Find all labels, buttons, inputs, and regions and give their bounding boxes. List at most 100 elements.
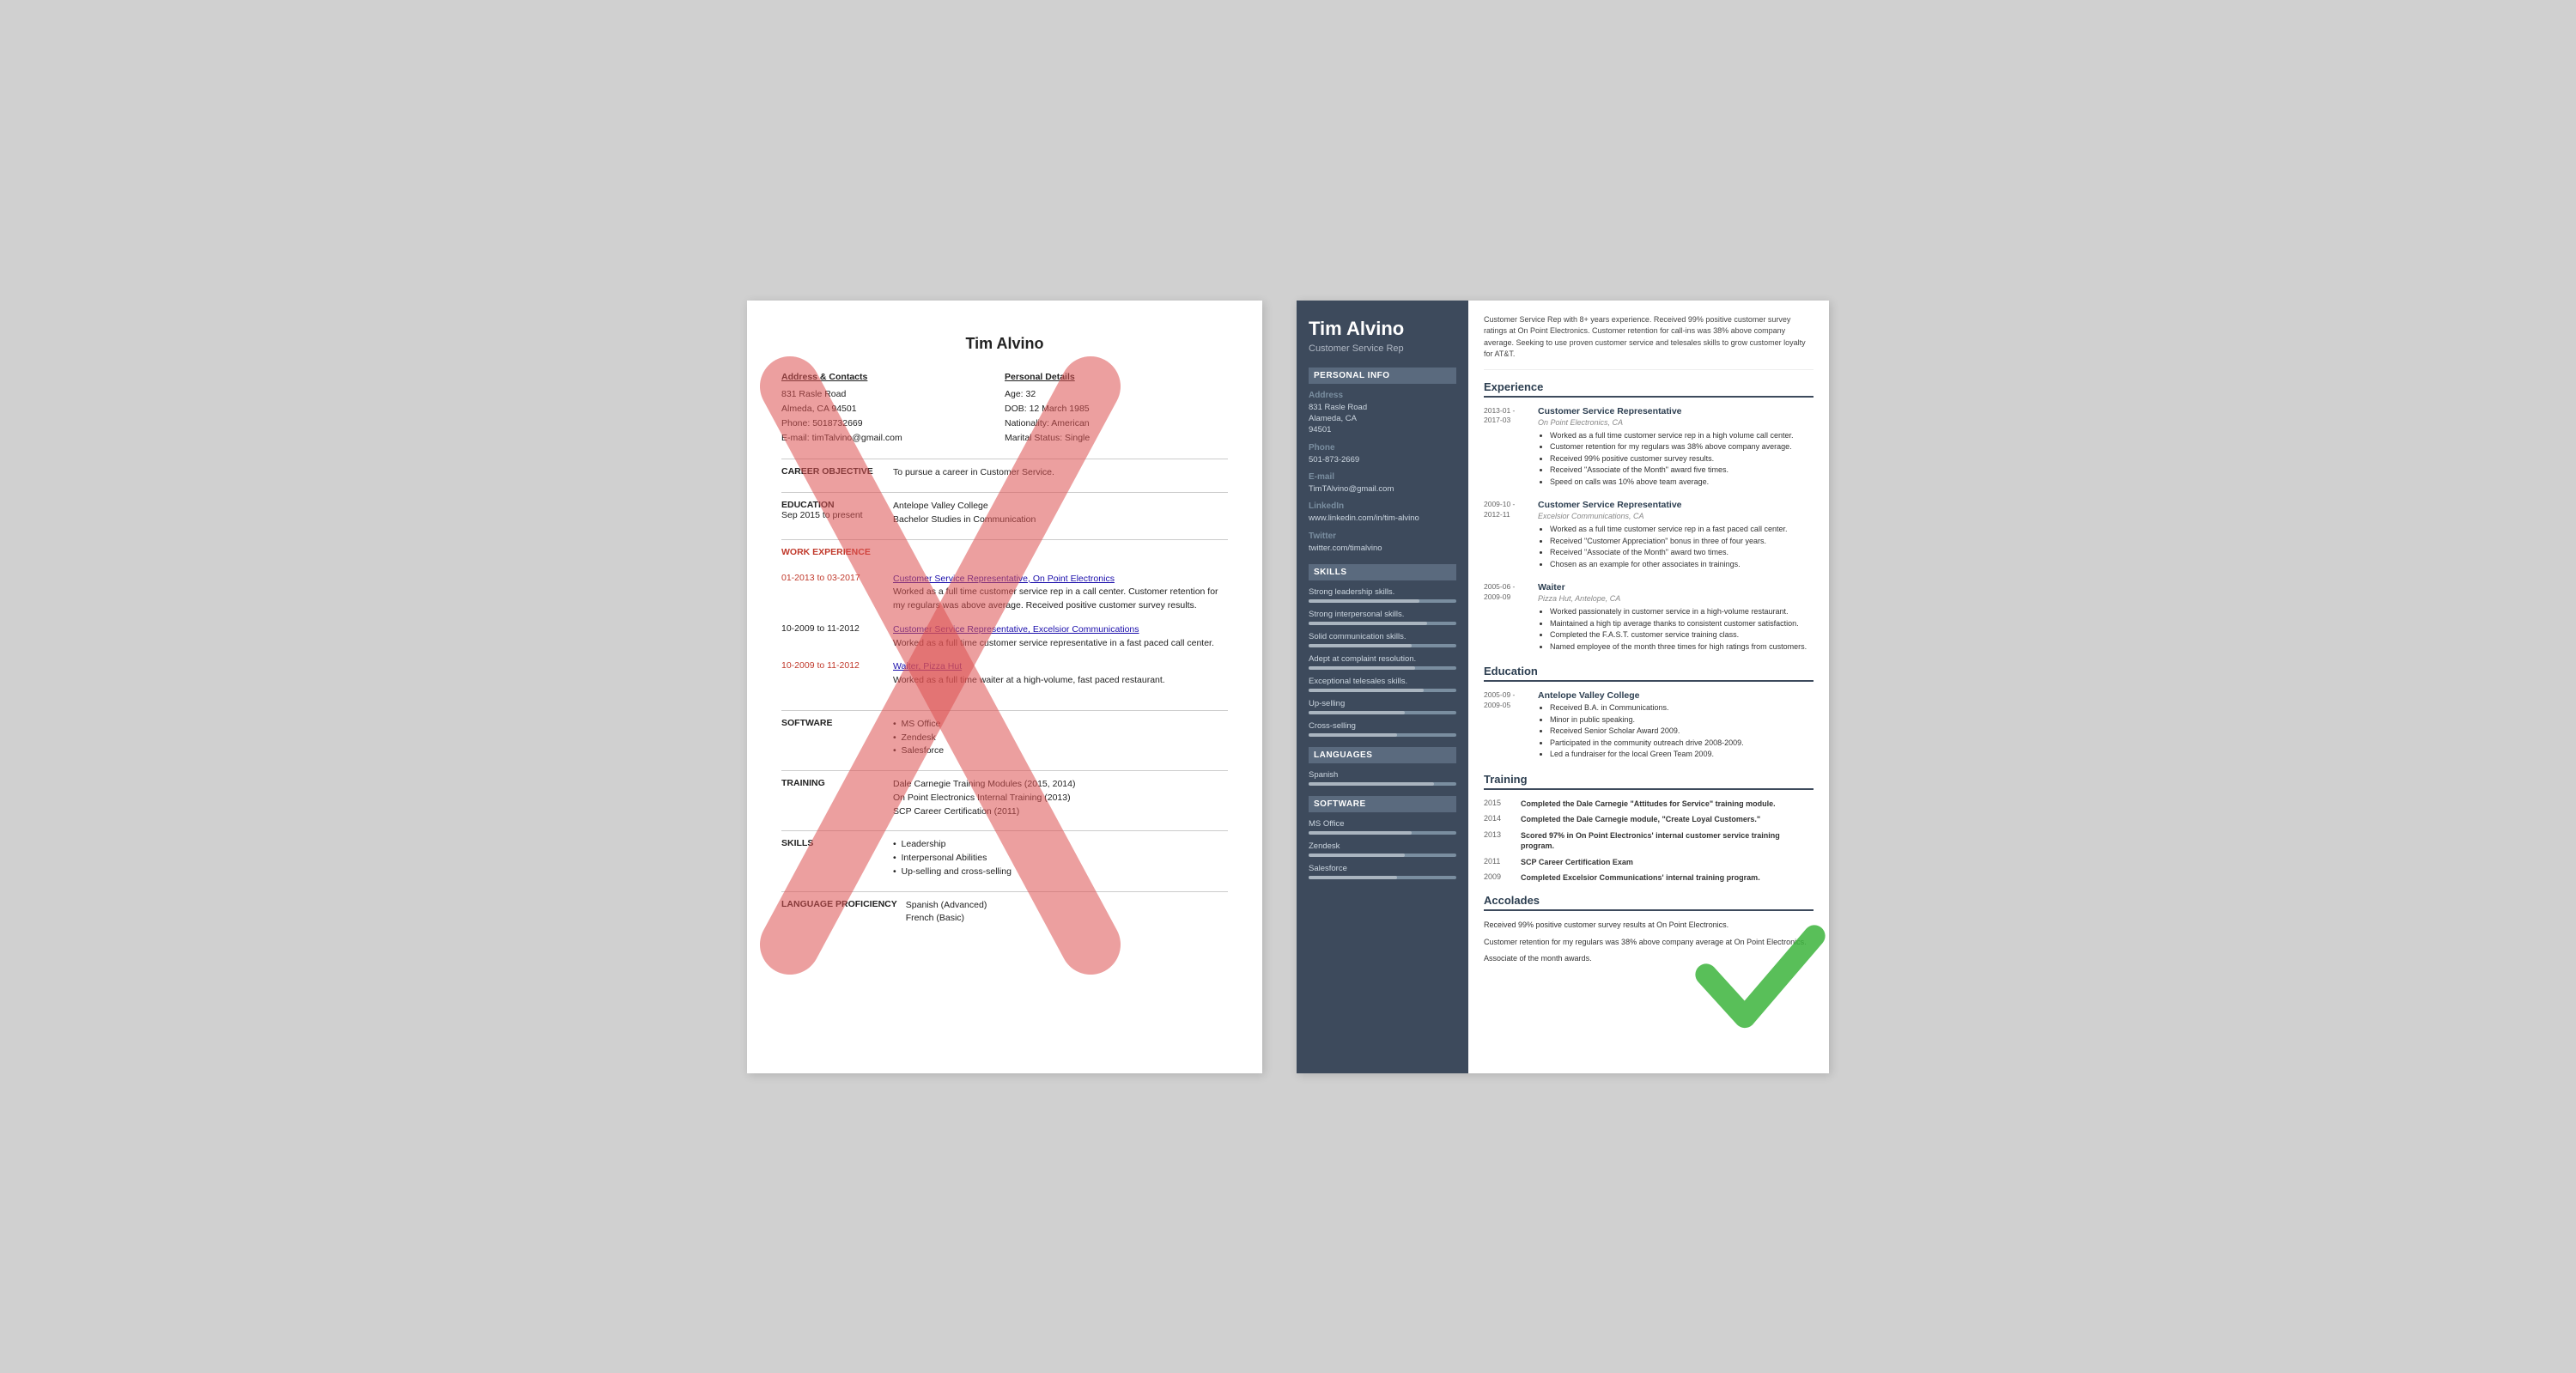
work-header: WORK EXPERIENCE [781, 547, 1228, 557]
train-1: Dale Carnegie Training Modules (2015, 20… [893, 778, 1228, 792]
software-bar-row: MS Office [1309, 819, 1456, 835]
exp-entry: 2009-10 -2012-11 Customer Service Repres… [1484, 500, 1814, 570]
software-label: SOFTWARE [781, 718, 884, 758]
twitter-field-value: twitter.com/timalvino [1309, 543, 1456, 554]
job-title-3: Waiter, Pizza Hut [893, 660, 1228, 674]
edu-body: Antelope Valley College Received B.A. in… [1538, 690, 1814, 761]
divider-4 [781, 710, 1228, 711]
software-bars: MS Office Zendesk Salesforce [1309, 819, 1456, 879]
skill-bar [1309, 711, 1456, 714]
bullet: Chosen as an example for other associate… [1550, 559, 1814, 571]
address-label: Address & Contacts [781, 370, 1005, 385]
divider-5 [781, 770, 1228, 771]
skill-bar-fill [1309, 666, 1415, 670]
bullet: Led a fundraiser for the local Green Tea… [1550, 749, 1814, 761]
education-content: Antelope Valley College Bachelor Studies… [893, 500, 1228, 527]
education-section: EDUCATION Sep 2015 to present Antelope V… [781, 500, 1228, 527]
bullet: Maintained a high tip average thanks to … [1550, 618, 1814, 630]
training-section: TRAINING Dale Carnegie Training Modules … [781, 778, 1228, 818]
skill-bar-fill [1309, 689, 1424, 692]
bullet: Worked passionately in customer service … [1550, 606, 1814, 618]
right-resume: Tim Alvino Customer Service Rep Personal… [1297, 301, 1829, 1073]
exp-company: On Point Electronics, CA [1538, 418, 1814, 427]
address-field-value: 831 Rasle Road Alameda, CA 94501 [1309, 402, 1456, 436]
personal-label: Personal Details [1005, 370, 1228, 385]
training-entry: 2009 Completed Excelsior Communications'… [1484, 872, 1814, 884]
work-entries: 01-2013 to 03-2017 Customer Service Repr… [781, 573, 1228, 698]
sw-3: • Salesforce [893, 744, 1228, 758]
edu-dates: 2005-09 -2009-05 [1484, 690, 1531, 761]
edu-entry: 2005-09 -2009-05 Antelope Valley College… [1484, 690, 1814, 761]
skill-bar-row: Strong interpersonal skills. [1309, 610, 1456, 625]
job-title-2: Customer Service Representative, Excelsi… [893, 623, 1228, 637]
accolades-heading: Accolades [1484, 894, 1814, 911]
exp-body: Waiter Pizza Hut, Antelope, CA Worked pa… [1538, 582, 1814, 653]
skills-heading: Skills [1309, 564, 1456, 580]
exp-entry: 2005-06 -2009-09 Waiter Pizza Hut, Antel… [1484, 582, 1814, 653]
exp-job-title: Waiter [1538, 582, 1814, 592]
bullet: Received "Associate of the Month" award … [1550, 547, 1814, 559]
job-desc-3: Worked as a full time waiter at a high-v… [893, 674, 1228, 688]
skill-bar-fill [1309, 644, 1412, 647]
lang-1: Spanish (Advanced) [906, 899, 1228, 913]
training-content: Dale Carnegie Training Modules (2015, 20… [893, 778, 1228, 818]
training-text: Completed the Dale Carnegie "Attitudes f… [1521, 799, 1814, 810]
exp-bullets: Worked passionately in customer service … [1538, 606, 1814, 653]
work-entry-3: 10-2009 to 11-2012 Waiter, Pizza Hut Wor… [781, 660, 1228, 688]
skill-bar-row: Adept at complaint resolution. [1309, 654, 1456, 670]
skill-bar-fill [1309, 733, 1397, 737]
skill-bar [1309, 622, 1456, 625]
accolades-content: Received 99% positive customer survey re… [1484, 920, 1814, 965]
edu-bullets: Received B.A. in Communications.Minor in… [1538, 702, 1814, 761]
train-2: On Point Electronics Internal Training (… [893, 792, 1228, 805]
education-heading: Education [1484, 665, 1814, 682]
linkedin-field-value: www.linkedin.com/in/tim-alvino [1309, 513, 1456, 524]
skill-label: Strong interpersonal skills. [1309, 610, 1456, 619]
personal-line-2: DOB: 12 March 1985 [1005, 402, 1228, 416]
personal-col: Personal Details Age: 32 DOB: 12 March 1… [1005, 370, 1228, 446]
training-entry: 2011 SCP Career Certification Exam [1484, 857, 1814, 868]
accolade-item: Associate of the month awards. [1484, 953, 1814, 965]
address-line-1: 831 Rasle Road [781, 387, 1005, 402]
training-entry: 2014 Completed the Dale Carnegie module,… [1484, 814, 1814, 825]
bullet: Worked as a full time customer service r… [1550, 524, 1814, 536]
left-name: Tim Alvino [781, 335, 1228, 353]
training-text: Completed Excelsior Communications' inte… [1521, 872, 1814, 884]
software-bar-row: Zendesk [1309, 841, 1456, 857]
skills-label: SKILLS [781, 838, 884, 878]
skill-bar-row: Up-selling [1309, 699, 1456, 714]
software-bar-row: Salesforce [1309, 864, 1456, 879]
right-intro: Customer Service Rep with 8+ years exper… [1484, 314, 1814, 370]
skills-bars: Strong leadership skills. Strong interpe… [1309, 587, 1456, 737]
right-name: Tim Alvino [1309, 318, 1456, 340]
sw-2: • Zendesk [893, 732, 1228, 745]
training-year: 2015 [1484, 799, 1514, 810]
career-label: CAREER OBJECTIVE [781, 466, 884, 480]
training-entry: 2013 Scored 97% in On Point Electronics'… [1484, 830, 1814, 852]
exp-dates: 2013-01 -2017-03 [1484, 406, 1531, 489]
language-bar-row: Spanish [1309, 770, 1456, 786]
accolade-item: Received 99% positive customer survey re… [1484, 920, 1814, 932]
right-main: Customer Service Rep with 8+ years exper… [1468, 301, 1829, 1073]
education-label-text: EDUCATION [781, 500, 884, 510]
bullet: Received 99% positive customer survey re… [1550, 453, 1814, 465]
exp-body: Customer Service Representative Excelsio… [1538, 500, 1814, 570]
bullet: Named employee of the month three times … [1550, 641, 1814, 653]
lang-2: French (Basic) [906, 912, 1228, 926]
exp-bullets: Worked as a full time customer service r… [1538, 524, 1814, 570]
personal-line-4: Marital Status: Single [1005, 431, 1228, 446]
language-section: LANGUAGE PROFICIENCY Spanish (Advanced) … [781, 899, 1228, 926]
address-col: Address & Contacts 831 Rasle Road Almeda… [781, 370, 1005, 446]
divider-7 [781, 891, 1228, 892]
work-dates-3: 10-2009 to 11-2012 [781, 660, 884, 688]
exp-job-title: Customer Service Representative [1538, 500, 1814, 510]
twitter-field-label: Twitter [1309, 532, 1456, 541]
skill-label: Exceptional telesales skills. [1309, 677, 1456, 686]
skill-bar [1309, 666, 1456, 670]
work-dates-2: 10-2009 to 11-2012 [781, 623, 884, 651]
bullet: Completed the F.A.S.T. customer service … [1550, 629, 1814, 641]
skill-bar-fill [1309, 599, 1419, 603]
divider-6 [781, 830, 1228, 831]
right-title: Customer Service Rep [1309, 343, 1456, 354]
edu-line-1: Antelope Valley College [893, 500, 1228, 513]
